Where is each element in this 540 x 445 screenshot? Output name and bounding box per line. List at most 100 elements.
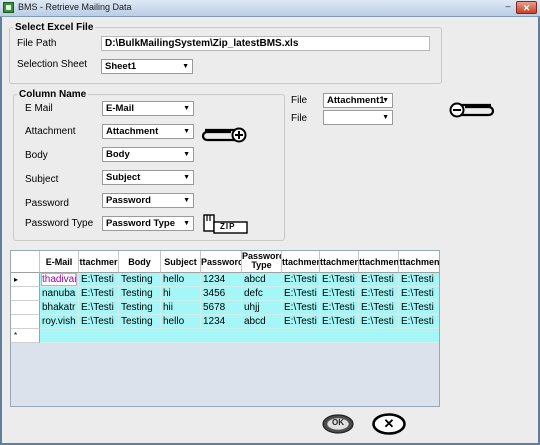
window-title: BMS - Retrieve Mailing Data xyxy=(18,2,132,12)
attachment-column-dropdown[interactable]: Attachment ▼ xyxy=(102,124,194,139)
grid-cell[interactable]: Testing xyxy=(119,273,161,287)
chevron-down-icon: ▼ xyxy=(382,114,389,121)
chevron-down-icon: ▼ xyxy=(182,63,189,70)
body-column-dropdown[interactable]: Body ▼ xyxy=(102,147,194,162)
grid-cell[interactable]: E:\Testi xyxy=(359,273,399,287)
column-header-attachment-2[interactable]: ttachmen xyxy=(282,251,320,273)
grid-cell[interactable]: E:\Testi xyxy=(79,301,119,315)
column-header-password[interactable]: Passworc xyxy=(201,251,242,273)
close-window-button[interactable]: ✕ xyxy=(516,1,537,14)
grid-cell[interactable]: thadivai xyxy=(40,273,79,287)
file-path-label: File Path xyxy=(17,38,57,49)
zip-icon[interactable]: ZIP xyxy=(202,213,250,235)
body-column-label: Body xyxy=(25,150,48,161)
grid-cell[interactable]: Testing xyxy=(119,301,161,315)
grid-cell[interactable]: E:\Testi xyxy=(399,273,439,287)
row-selector[interactable] xyxy=(11,301,40,315)
grid-cell[interactable]: roy.vish xyxy=(40,315,79,329)
grid-cell[interactable]: E:\Testi xyxy=(399,315,439,329)
grid-cell[interactable]: uhjj xyxy=(242,301,282,315)
chevron-down-icon: ▼ xyxy=(183,174,190,181)
file-label-2: File xyxy=(291,113,308,124)
grid-cell[interactable]: hello xyxy=(161,273,201,287)
grid-cell[interactable]: abcd xyxy=(242,273,282,287)
subject-column-label: Subject xyxy=(25,174,59,185)
selection-sheet-dropdown[interactable]: Sheet1 ▼ xyxy=(101,59,193,74)
file-dropdown-2[interactable]: ▼ xyxy=(323,110,393,125)
grid-cell[interactable]: E:\Testi xyxy=(282,301,320,315)
grid-cell[interactable]: hi xyxy=(161,287,201,301)
new-row-cells[interactable] xyxy=(40,329,439,343)
grid-cell[interactable]: 3456 xyxy=(201,287,242,301)
grid-cell[interactable]: bhakatr xyxy=(40,301,79,315)
chevron-down-icon: ▼ xyxy=(183,128,190,135)
attachment-column-value: Attachment xyxy=(106,126,159,137)
grid-cell[interactable]: E:\Testi xyxy=(320,287,359,301)
password-column-value: Password xyxy=(106,195,151,206)
grid-cell[interactable]: E:\Testi xyxy=(79,315,119,329)
grid-cell[interactable]: hello xyxy=(161,315,201,329)
column-header-body[interactable]: Body xyxy=(119,251,161,273)
grid-cell[interactable]: 1234 xyxy=(201,315,242,329)
grid-cell[interactable]: E:\Testi xyxy=(359,287,399,301)
file-label-1: File xyxy=(291,95,308,106)
subject-column-dropdown[interactable]: Subject ▼ xyxy=(102,170,194,185)
grid-cell[interactable]: E:\Testi xyxy=(399,301,439,315)
column-header-subject[interactable]: Subject xyxy=(161,251,201,273)
grid-cell[interactable]: E:\Testi xyxy=(282,315,320,329)
column-header-attachment-4[interactable]: ttachmen xyxy=(359,251,399,273)
grid-cell[interactable]: E:\Testi xyxy=(399,287,439,301)
column-header-attachment[interactable]: ttachmer xyxy=(79,251,119,273)
excel-file-group: Select Excel File xyxy=(9,22,442,84)
grid-cell[interactable]: E:\Testi xyxy=(320,315,359,329)
data-grid[interactable]: E-Mail ttachmer Body Subject Passworc Pa… xyxy=(10,250,440,407)
selection-sheet-label: Selection Sheet xyxy=(17,59,88,70)
grid-cell[interactable]: E:\Testi xyxy=(320,301,359,315)
grid-cell[interactable]: E:\Testi xyxy=(359,315,399,329)
grid-cell[interactable]: Testing xyxy=(119,287,161,301)
selection-sheet-value: Sheet1 xyxy=(105,61,137,72)
grid-cell[interactable]: hii xyxy=(161,301,201,315)
body-column-value: Body xyxy=(106,149,130,160)
ok-button-label: OK xyxy=(332,418,344,427)
email-column-value: E-Mail xyxy=(106,103,134,114)
column-header-attachment-5[interactable]: ttachmen xyxy=(399,251,439,273)
column-header-email[interactable]: E-Mail xyxy=(40,251,79,273)
grid-cell[interactable]: E:\Testi xyxy=(359,301,399,315)
grid-cell[interactable]: E:\Testi xyxy=(282,287,320,301)
grid-cell[interactable]: 1234 xyxy=(201,273,242,287)
chevron-down-icon: ▼ xyxy=(382,97,389,104)
grid-cell-text: thadivai xyxy=(42,274,77,285)
password-column-dropdown[interactable]: Password ▼ xyxy=(102,193,194,208)
grid-cell[interactable]: 5678 xyxy=(201,301,242,315)
ok-button[interactable]: OK xyxy=(322,414,354,434)
password-type-column-label: Password Type xyxy=(25,218,94,229)
password-type-column-dropdown[interactable]: Password Type ▼ xyxy=(102,216,194,231)
password-type-column-value: Password Type xyxy=(106,218,175,229)
grid-cell[interactable]: abcd xyxy=(242,315,282,329)
column-header-password-type[interactable]: Passworc Type xyxy=(242,251,282,273)
title-bar: BMS - Retrieve Mailing Data – ✕ xyxy=(0,0,540,17)
minimize-button[interactable]: – xyxy=(502,2,514,13)
email-column-dropdown[interactable]: E-Mail ▼ xyxy=(102,101,194,116)
excel-group-legend: Select Excel File xyxy=(15,22,94,33)
grid-cell[interactable]: E:\Testi xyxy=(79,287,119,301)
cancel-button[interactable]: ✕ xyxy=(372,413,406,435)
grid-corner-cell xyxy=(11,251,40,273)
new-row-selector[interactable]: * xyxy=(11,329,40,343)
column-header-attachment-3[interactable]: ttachmen xyxy=(320,251,359,273)
row-selector[interactable] xyxy=(11,287,40,301)
grid-cell[interactable]: nanuba xyxy=(40,287,79,301)
grid-cell[interactable]: Testing xyxy=(119,315,161,329)
grid-cell[interactable]: E:\Testi xyxy=(282,273,320,287)
row-selector[interactable]: ▸ xyxy=(11,273,40,287)
file-dropdown-1-value: Attachment1 xyxy=(327,95,385,106)
grid-cell[interactable]: E:\Testi xyxy=(79,273,119,287)
file-dropdown-1[interactable]: Attachment1 ▼ xyxy=(323,93,393,108)
paperclip-remove-icon[interactable] xyxy=(445,96,497,118)
grid-cell[interactable]: defc xyxy=(242,287,282,301)
grid-cell[interactable]: E:\Testi xyxy=(320,273,359,287)
row-selector[interactable] xyxy=(11,315,40,329)
file-path-field[interactable]: D:\BulkMailingSystem\Zip_latestBMS.xls xyxy=(101,36,430,51)
paperclip-add-icon[interactable] xyxy=(199,121,249,143)
